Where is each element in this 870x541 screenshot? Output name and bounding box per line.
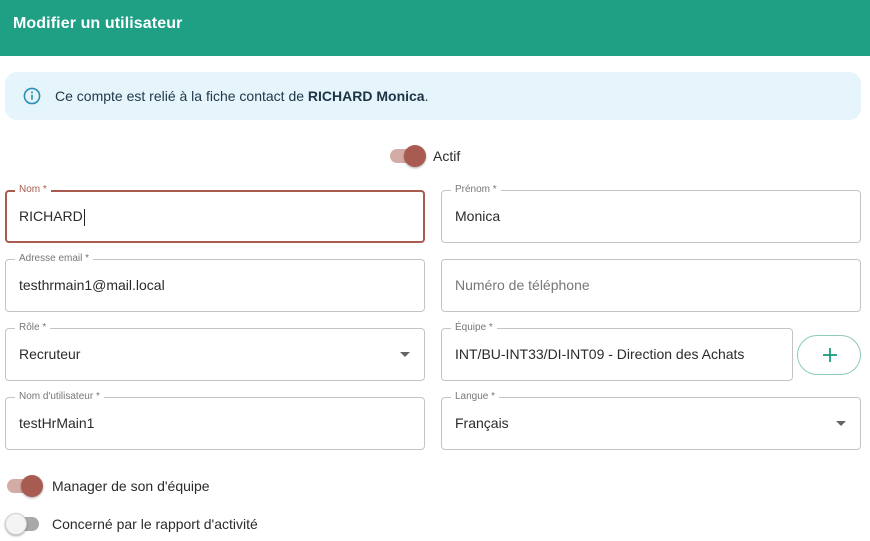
active-toggle-label: Actif [433,148,461,164]
language-value: Français [455,415,509,431]
info-banner: Ce compte est relié à la fiche contact d… [5,72,861,120]
activity-report-toggle-thumb [5,513,27,535]
add-team-button[interactable] [797,335,861,375]
plus-icon [823,348,837,362]
first-name-field[interactable]: Prénom * Monica [441,184,861,243]
language-select[interactable]: Langue * Français [441,391,861,450]
phone-field[interactable]: Numéro de téléphone [441,259,861,312]
first-name-label: Prénom * [451,184,501,196]
active-toggle[interactable] [390,145,426,167]
role-value: Recruteur [19,346,81,362]
last-name-label: Nom * [15,184,51,196]
last-name-field[interactable]: Nom * RICHARD [5,184,425,243]
role-label: Rôle * [15,322,51,334]
dialog-title: Modifier un utilisateur [13,15,183,32]
email-value: testhrmain1@mail.local [19,277,165,293]
info-text-suffix: . [424,88,429,104]
role-select[interactable]: Rôle * Recruteur [5,322,425,381]
contact-name: RICHARD Monica [307,88,425,104]
first-name-value: Monica [455,208,501,224]
username-value: testHrMain1 [19,415,95,431]
info-message: Ce compte est relié à la fiche contact d… [55,88,428,104]
info-icon [23,87,41,105]
email-field[interactable]: Adresse email * testhrmain1@mail.local [5,253,425,312]
info-text-prefix: Ce compte est relié à la fiche contact d… [55,88,308,104]
active-toggle-thumb [404,145,426,167]
team-field[interactable]: Équipe * INT/BU-INT33/DI-INT09 - Directi… [441,322,793,381]
manager-toggle[interactable] [7,475,43,497]
team-value: INT/BU-INT33/DI-INT09 - Direction des Ac… [455,346,745,362]
username-label: Nom d'utilisateur * [15,391,104,403]
activity-report-toggle-label: Concerné par le rapport d'activité [52,516,258,532]
dropdown-arrow-icon [400,352,410,357]
team-label: Équipe * [451,322,497,334]
username-field[interactable]: Nom d'utilisateur * testHrMain1 [5,391,425,450]
text-caret [84,209,85,226]
dropdown-arrow-icon [836,421,846,426]
activity-report-toggle[interactable] [5,513,43,535]
dialog-header: Modifier un utilisateur [0,0,870,56]
manager-toggle-thumb [21,475,43,497]
phone-placeholder: Numéro de téléphone [455,277,590,293]
language-label: Langue * [451,391,500,403]
email-label: Adresse email * [15,253,94,265]
manager-toggle-label: Manager de son d'équipe [52,478,210,494]
last-name-value: RICHARD [19,208,83,224]
